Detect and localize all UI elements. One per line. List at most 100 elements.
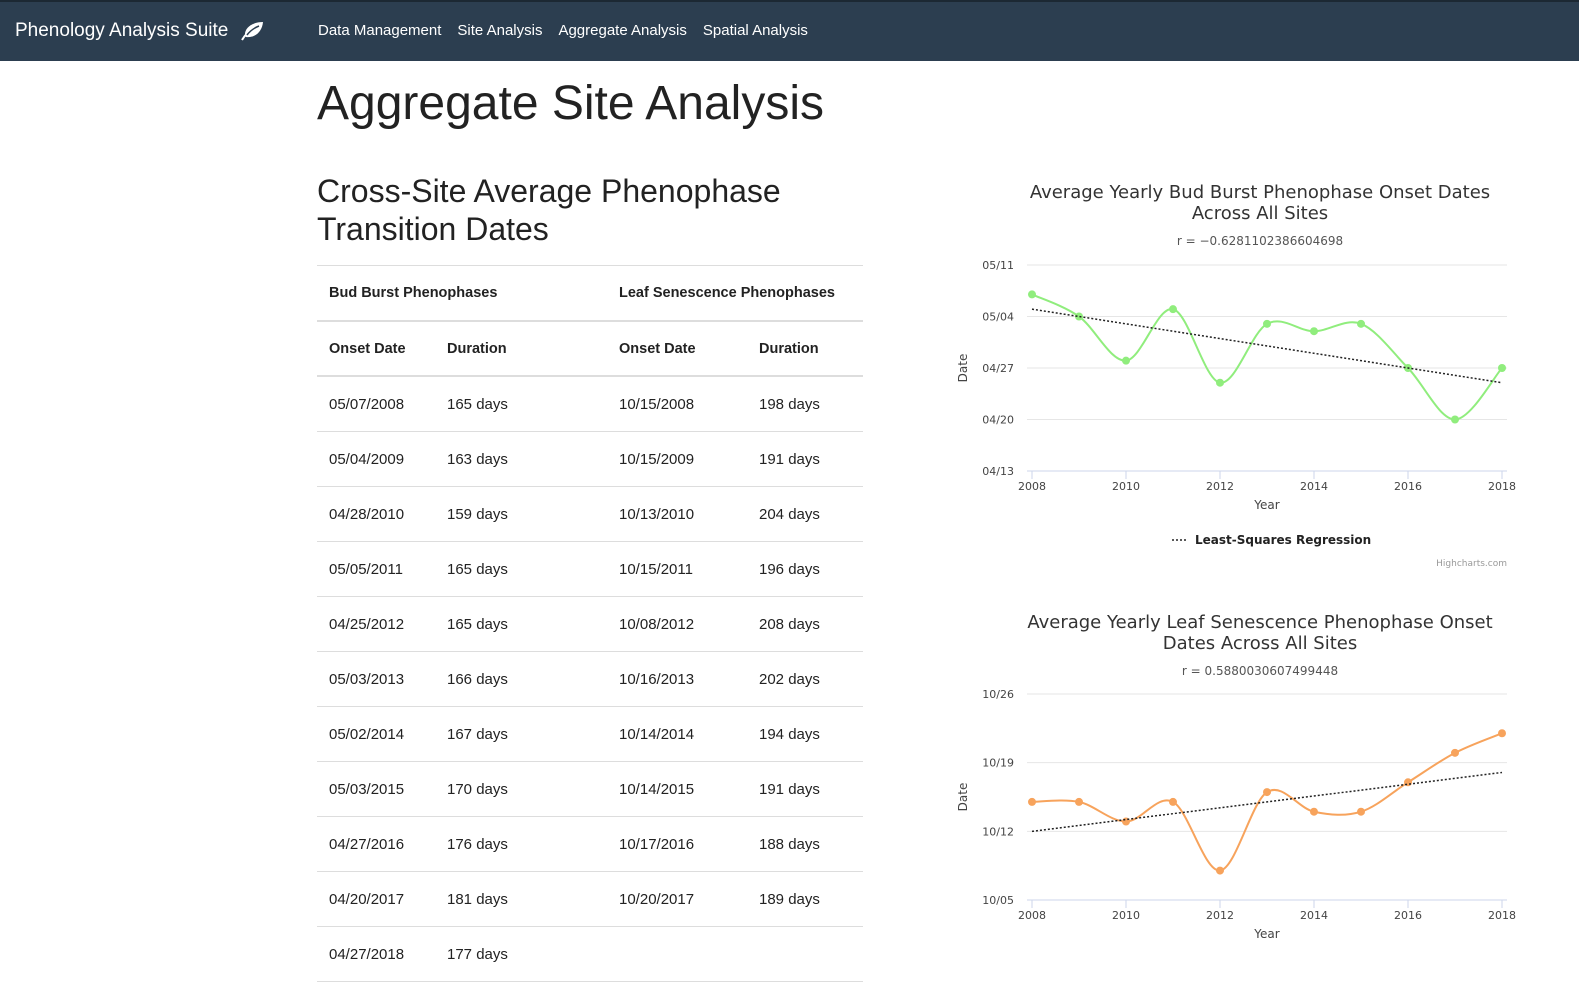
bud-duration-cell: 181 days	[435, 871, 607, 927]
bud-duration-cell: 177 days	[435, 926, 607, 982]
bud-onset-cell: 04/28/2010	[317, 486, 435, 542]
table-row: 05/07/2008 165 days 10/15/2008 198 days	[317, 376, 863, 432]
table-row: 04/25/2012 165 days 10/08/2012 208 days	[317, 596, 863, 652]
y-tick-label: 04/27	[982, 362, 1014, 375]
x-tick-label: 2016	[1394, 480, 1422, 493]
bud-onset-cell: 05/04/2009	[317, 431, 435, 487]
col-header-bud-duration: Duration	[435, 321, 607, 377]
phenophase-table-container: Bud Burst Phenophases Leaf Senescence Ph…	[317, 265, 863, 982]
x-tick-label: 2016	[1394, 909, 1422, 922]
y-tick-label: 10/12	[982, 825, 1014, 838]
nav-links: Data Management Site Analysis Aggregate …	[318, 22, 808, 39]
x-tick-label: 2018	[1488, 909, 1516, 922]
leaf-duration-cell: 191 days	[747, 431, 863, 487]
table-row: 05/03/2013 166 days 10/16/2013 202 days	[317, 651, 863, 707]
leaf-duration-cell	[747, 926, 863, 982]
data-point	[1169, 797, 1177, 806]
bud-onset-cell: 05/03/2013	[317, 651, 435, 707]
bud-onset-cell: 04/25/2012	[317, 596, 435, 652]
leaf-duration-cell: 196 days	[747, 541, 863, 597]
data-point	[1075, 797, 1083, 806]
bud-duration-cell: 163 days	[435, 431, 607, 487]
brand[interactable]: Phenology Analysis Suite	[15, 20, 264, 42]
nav-site-analysis[interactable]: Site Analysis	[457, 22, 542, 39]
leaf-duration-cell: 194 days	[747, 706, 863, 762]
leaf-duration-cell: 202 days	[747, 651, 863, 707]
chart-title: Average Yearly Bud Burst Phenophase Onse…	[1030, 182, 1490, 203]
bud-duration-cell: 165 days	[435, 541, 607, 597]
table-row: 04/28/2010 159 days 10/13/2010 204 days	[317, 486, 863, 542]
regression-line	[1031, 771, 1503, 833]
chart-title: Dates Across All Sites	[1163, 633, 1357, 654]
table-row: 04/20/2017 181 days 10/20/2017 189 days	[317, 871, 863, 927]
bud-duration-cell: 170 days	[435, 761, 607, 817]
data-point	[1357, 319, 1365, 328]
table-row: 04/27/2018 177 days	[317, 926, 863, 982]
leaf-duration-cell: 208 days	[747, 596, 863, 652]
y-tick-label: 05/04	[982, 311, 1014, 324]
leaf-onset-cell: 10/15/2009	[607, 431, 747, 487]
leaf-duration-cell: 188 days	[747, 816, 863, 872]
leaf-onset-cell: 10/13/2010	[607, 486, 747, 542]
x-tick-label: 2012	[1206, 909, 1234, 922]
col-header-bud-onset: Onset Date	[317, 321, 435, 377]
y-axis-title: Date	[956, 783, 970, 812]
x-tick-label: 2014	[1300, 909, 1328, 922]
table-row: 05/04/2009 163 days 10/15/2009 191 days	[317, 431, 863, 487]
series-line	[1031, 293, 1503, 421]
data-point	[1122, 356, 1130, 365]
data-point	[1169, 305, 1177, 314]
table-row: 05/02/2014 167 days 10/14/2014 194 days	[317, 706, 863, 762]
brand-name[interactable]: Phenology Analysis Suite	[15, 20, 228, 42]
bud-onset-cell: 04/20/2017	[317, 871, 435, 927]
group-header-leaf-senescence: Leaf Senescence Phenophases	[607, 265, 863, 322]
legend-item[interactable]: Least-Squares Regression	[1195, 533, 1371, 547]
data-point	[1451, 415, 1459, 424]
chart-title: Across All Sites	[1192, 203, 1328, 224]
leaf-onset-cell	[607, 926, 747, 982]
chart-credits[interactable]: Highcharts.com	[1436, 559, 1507, 569]
data-point	[1310, 327, 1318, 336]
top-navbar: Phenology Analysis Suite Data Management…	[0, 0, 1579, 61]
data-point	[1451, 748, 1459, 757]
leaf-onset-cell: 10/08/2012	[607, 596, 747, 652]
data-point	[1498, 729, 1506, 738]
x-tick-label: 2014	[1300, 480, 1328, 493]
phenophase-table: Bud Burst Phenophases Leaf Senescence Ph…	[317, 265, 863, 982]
leaf-onset-cell: 10/16/2013	[607, 651, 747, 707]
chart-svg: Average Yearly Leaf Senescence Phenophas…	[956, 612, 1516, 941]
x-tick-label: 2008	[1018, 909, 1046, 922]
data-point	[1263, 788, 1271, 797]
group-header-bud-burst: Bud Burst Phenophases	[317, 265, 607, 322]
page-title: Aggregate Site Analysis	[317, 77, 824, 130]
data-point	[1028, 290, 1036, 299]
table-row: 04/27/2016 176 days 10/17/2016 188 days	[317, 816, 863, 872]
table-body: 05/07/2008 165 days 10/15/2008 198 days 05/0…	[317, 376, 863, 982]
chart-subtitle: r = 0.5880030607499448	[1182, 664, 1338, 678]
table-row: 05/05/2011 165 days 10/15/2011 196 days	[317, 541, 863, 597]
data-point	[1498, 364, 1506, 372]
chart-title: Average Yearly Leaf Senescence Phenophas…	[1027, 612, 1492, 633]
leaf-onset-cell: 10/15/2008	[607, 376, 747, 432]
chart-subtitle: r = −0.6281102386604698	[1177, 234, 1343, 248]
leaf-onset-cell: 10/20/2017	[607, 871, 747, 927]
leaf-onset-cell: 10/14/2014	[607, 706, 747, 762]
nav-spatial-analysis[interactable]: Spatial Analysis	[703, 22, 808, 39]
data-point	[1357, 807, 1365, 816]
bud-duration-cell: 176 days	[435, 816, 607, 872]
y-axis-title: Date	[956, 354, 970, 383]
y-tick-label: 10/19	[982, 757, 1014, 770]
x-axis-title: Year	[1253, 927, 1279, 941]
x-axis-title: Year	[1253, 498, 1279, 512]
table-row: 05/03/2015 170 days 10/14/2015 191 days	[317, 761, 863, 817]
chart-svg: Average Yearly Bud Burst Phenophase Onse…	[956, 182, 1516, 569]
data-point	[1263, 319, 1271, 328]
bud-onset-cell: 04/27/2018	[317, 926, 435, 982]
nav-aggregate-analysis[interactable]: Aggregate Analysis	[558, 22, 686, 39]
bud-burst-chart: Average Yearly Bud Burst Phenophase Onse…	[955, 170, 1516, 570]
y-tick-label: 10/26	[982, 688, 1014, 701]
table-heading: Cross-Site Average Phenophase Transition…	[317, 173, 781, 247]
leaf-senescence-chart: Average Yearly Leaf Senescence Phenophas…	[955, 600, 1516, 971]
bud-duration-cell: 167 days	[435, 706, 607, 762]
nav-data-management[interactable]: Data Management	[318, 22, 441, 39]
